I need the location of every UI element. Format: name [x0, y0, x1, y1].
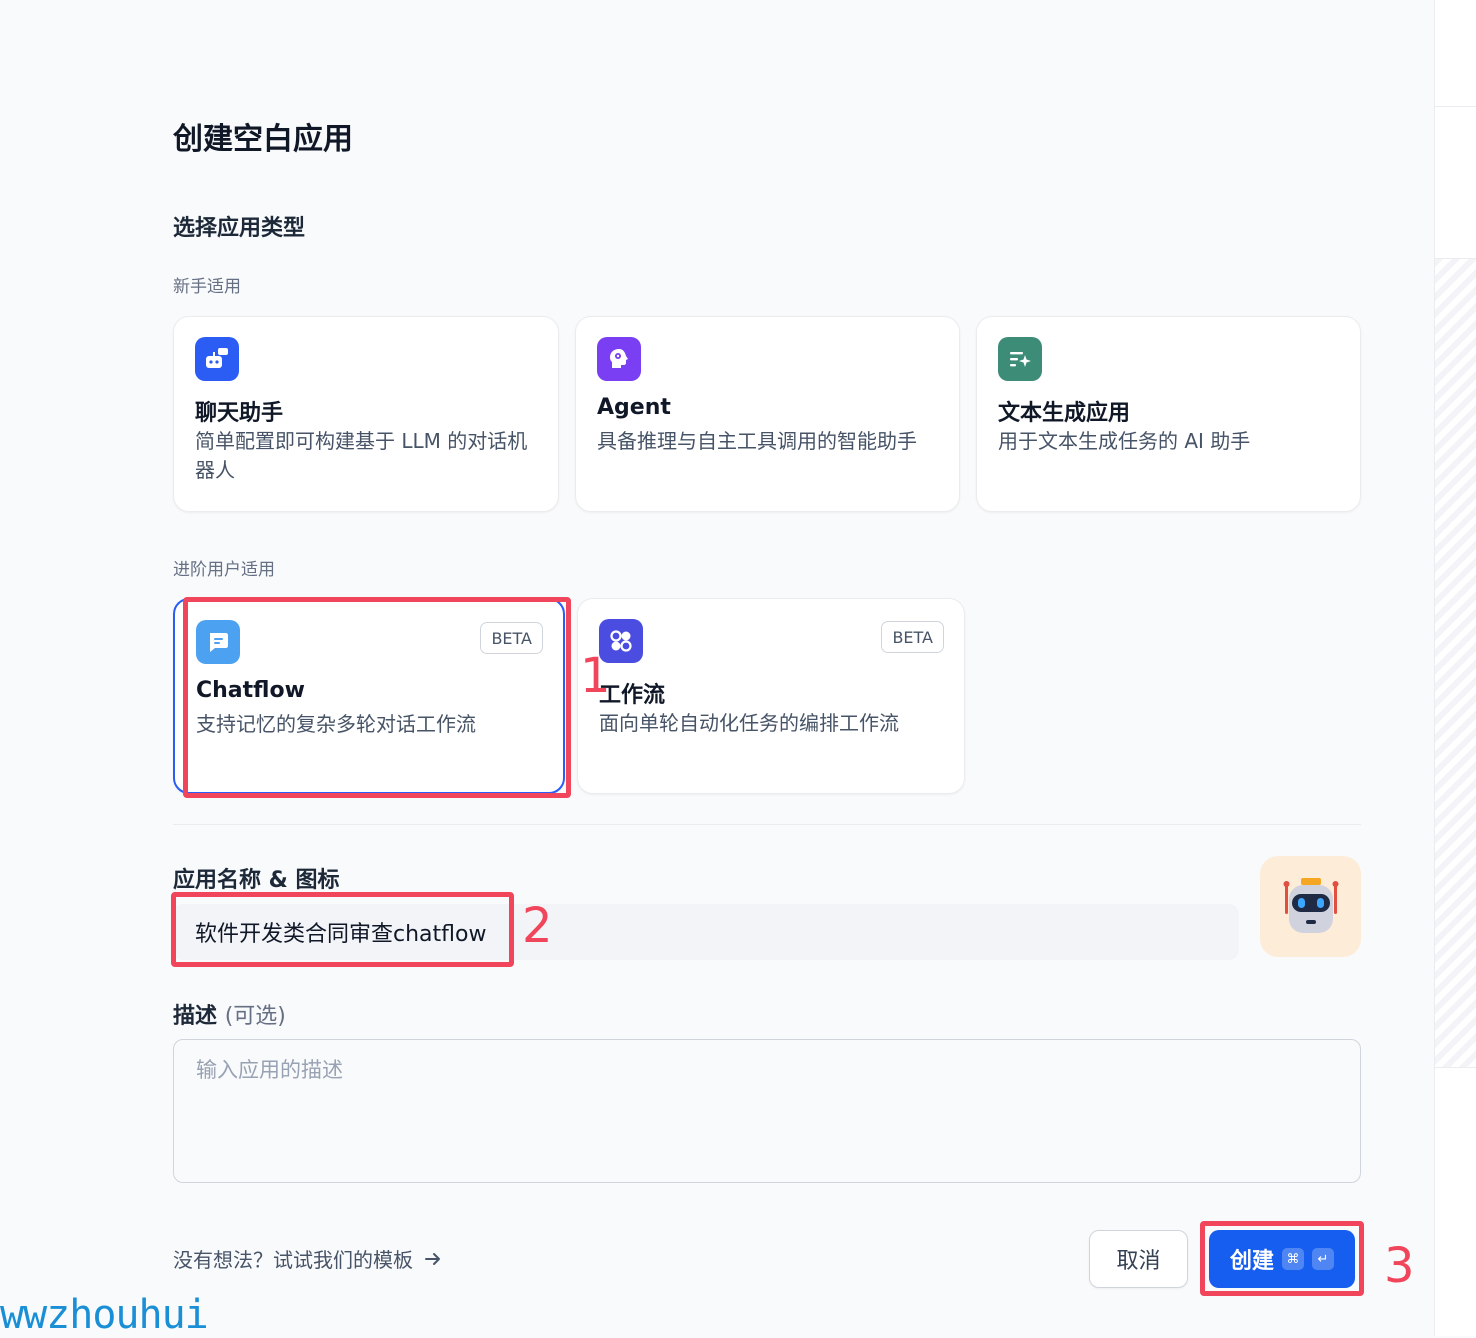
app-name-label: 应用名称 & 图标: [173, 868, 340, 893]
section-title-app-type: 选择应用类型: [173, 216, 306, 241]
group-label-beginner: 新手适用: [173, 277, 241, 297]
modal-title: 创建空白应用: [173, 122, 353, 157]
beta-badge: BETA: [881, 621, 944, 653]
card-description: 面向单轮自动化任务的编排工作流: [599, 711, 899, 735]
template-link-text: 没有想法？试试我们的模板: [173, 1248, 413, 1272]
robot-icon: [1283, 877, 1338, 933]
card-name: Agent: [597, 395, 671, 420]
chat-bot-icon: [195, 337, 239, 381]
annotation-number-3: 3: [1384, 1238, 1415, 1294]
description-label-text: 描述: [173, 1004, 218, 1029]
annotation-number-2: 2: [522, 898, 553, 954]
card-name: 聊天助手: [195, 401, 284, 426]
watermark-text: wwzhouhui: [0, 1292, 209, 1338]
annotation-box-2: [171, 892, 514, 967]
group-label-advanced: 进阶用户适用: [173, 560, 275, 580]
app-type-card-text-generation[interactable]: 文本生成应用 用于文本生成任务的 AI 助手: [976, 316, 1361, 512]
card-name: 文本生成应用: [998, 401, 1131, 426]
cancel-button[interactable]: 取消: [1089, 1230, 1188, 1288]
description-optional-text: (可选): [224, 1004, 286, 1029]
arrow-right-icon: [425, 1252, 440, 1265]
app-type-card-agent[interactable]: Agent 具备推理与自主工具调用的智能助手: [575, 316, 960, 512]
brain-head-icon: [597, 337, 641, 381]
description-label: 描述 (可选): [173, 998, 286, 1030]
card-description: 用于文本生成任务的 AI 助手: [998, 429, 1251, 453]
right-side-panel: [1434, 0, 1476, 1336]
section-divider: [173, 824, 1361, 825]
template-link[interactable]: 没有想法？试试我们的模板: [173, 1244, 443, 1273]
annotation-number-1: 1: [580, 648, 611, 704]
app-icon-picker[interactable]: [1260, 856, 1361, 957]
app-type-card-workflow[interactable]: BETA 工作流 面向单轮自动化任务的编排工作流: [577, 598, 965, 794]
panel-hatched-area: [1435, 258, 1476, 1068]
app-type-card-chat-assistant[interactable]: 聊天助手 简单配置即可构建基于 LLM 的对话机器人: [173, 316, 559, 512]
card-description: 简单配置即可构建基于 LLM 的对话机器人: [195, 429, 528, 482]
text-sparkle-icon: [998, 337, 1042, 381]
annotation-box-1: [183, 597, 571, 798]
annotation-box-3: [1200, 1221, 1364, 1296]
panel-divider: [1435, 106, 1476, 107]
description-textarea[interactable]: 输入应用的描述: [173, 1039, 1361, 1183]
card-description: 具备推理与自主工具调用的智能助手: [597, 429, 917, 453]
